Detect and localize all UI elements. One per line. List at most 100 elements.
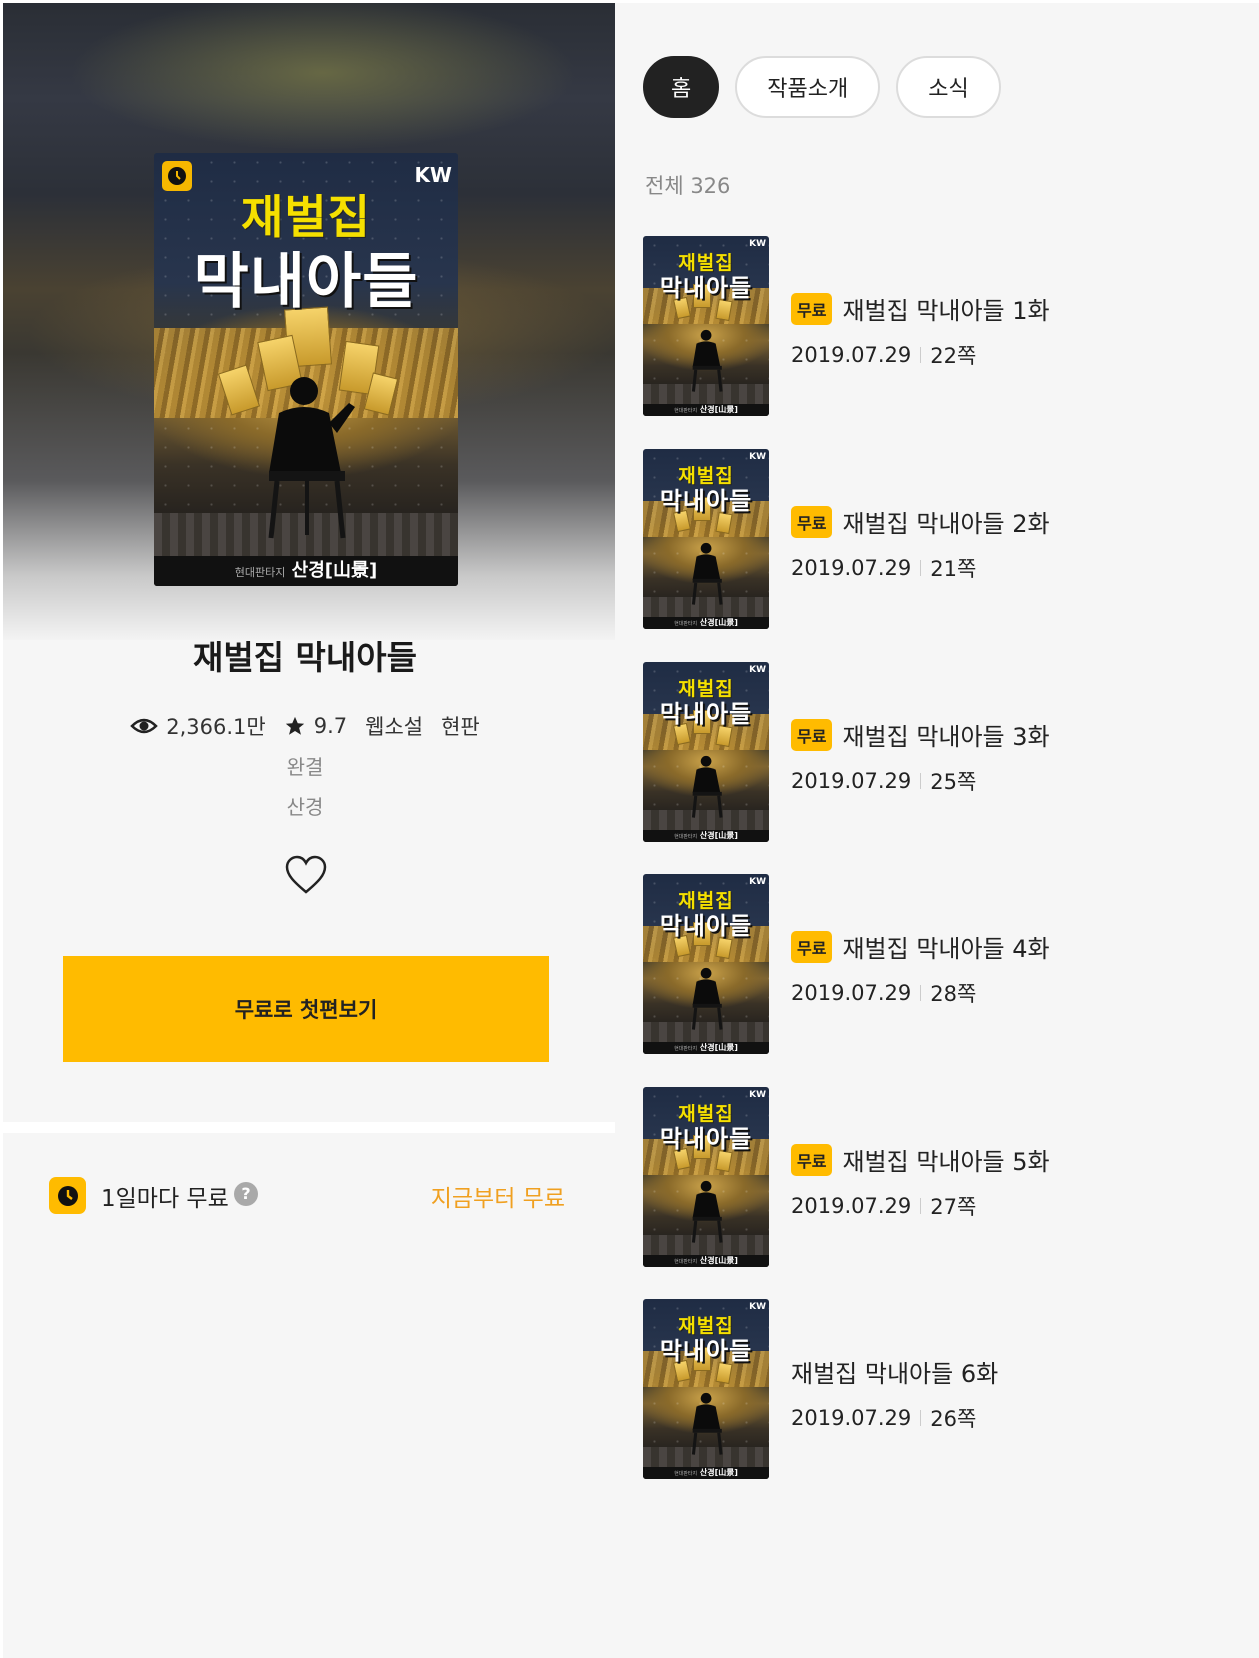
- cover-title-line2: 막내아들: [659, 274, 753, 302]
- book-meta-row: 2,366.1만 9.7 웹소설 현판: [3, 711, 607, 741]
- free-badge: 무료: [791, 505, 833, 538]
- episode-info: 재벌집 막내아들 6화 2019.07.29 26쪽: [791, 1299, 1211, 1479]
- episode-info: 무료 재벌집 막내아들 5화 2019.07.29 27쪽: [791, 1087, 1211, 1267]
- tab-home[interactable]: 홈: [643, 56, 720, 118]
- tab-bar: 홈 작품소개 소식: [643, 56, 1001, 118]
- episode-title-line: 무료 재벌집 막내아들 1화: [791, 291, 1050, 326]
- free-now-link[interactable]: 지금부터 무료: [431, 1179, 565, 1213]
- section-divider: [3, 1122, 643, 1133]
- episode-pages: 26쪽: [930, 1407, 977, 1431]
- episode-title: 재벌집 막내아들 4화: [842, 935, 1050, 963]
- meta-separator: [920, 560, 922, 576]
- episode-thumbnail: KW 재벌집 막내아들 현대판타지 산경[山景]: [643, 1087, 769, 1267]
- episode-meta: 2019.07.29 22쪽: [791, 340, 976, 370]
- episode-title-line: 재벌집 막내아들 6화: [791, 1354, 998, 1389]
- cover-title-line2: 막내아들: [659, 487, 753, 515]
- episode-pages: 22쪽: [930, 344, 977, 368]
- cover-caption: 현대판타지 산경[山景]: [643, 830, 769, 842]
- cover-caption: 현대판타지 산경[山景]: [643, 1255, 769, 1267]
- cover-title-line2: 막내아들: [193, 247, 419, 317]
- category-label: 웹소설: [365, 715, 424, 739]
- free-badge: 무료: [791, 1143, 833, 1176]
- tab-introduction[interactable]: 작품소개: [735, 56, 881, 118]
- seated-man-silhouette-icon: [691, 542, 723, 605]
- episode-title-line: 무료 재벌집 막내아들 5화: [791, 1142, 1050, 1177]
- genre-label: 현판: [441, 715, 480, 739]
- book-cover: KW 재벌집 막내아들 현대판타지 산경[山景]: [154, 153, 458, 586]
- cover-caption: 현대판타지 산경[山景]: [643, 617, 769, 629]
- episode-item[interactable]: KW 재벌집 막내아들 현대판타지 산경[山景] 무료 재벌집 막내아들 3화 …: [643, 662, 1233, 842]
- cover-caption: 현대판타지 산경[山景]: [643, 1042, 769, 1054]
- seated-man-silhouette-icon: [691, 1180, 723, 1243]
- free-badge: 무료: [791, 718, 833, 751]
- help-icon[interactable]: ?: [234, 1182, 258, 1206]
- episode-meta: 2019.07.29 25쪽: [791, 766, 976, 796]
- episode-meta: 2019.07.29 26쪽: [791, 1403, 976, 1433]
- cover-caption: 현대판타지 산경[山景]: [643, 404, 769, 416]
- cover-caption: 현대판타지 산경[山景]: [643, 1467, 769, 1479]
- episode-info: 무료 재벌집 막내아들 2화 2019.07.29 21쪽: [791, 449, 1211, 629]
- eye-icon: [130, 718, 159, 734]
- cover-title-line2: 막내아들: [659, 912, 753, 940]
- clock-icon: [49, 1177, 86, 1214]
- book-title: 재벌집 막내아들: [192, 638, 417, 677]
- episode-date: 2019.07.29: [791, 1194, 912, 1218]
- episode-title-line: 무료 재벌집 막내아들 2화: [791, 504, 1050, 539]
- star-icon: [285, 716, 304, 735]
- episode-title: 재벌집 막내아들 3화: [842, 723, 1050, 751]
- episode-thumbnail: KW 재벌집 막내아들 현대판타지 산경[山景]: [643, 236, 769, 416]
- episode-title: 재벌집 막내아들 1화: [842, 297, 1050, 325]
- rating-value: 9.7: [313, 714, 348, 738]
- episode-item[interactable]: KW 재벌집 막내아들 현대판타지 산경[山景] 무료 재벌집 막내아들 2화 …: [643, 449, 1233, 629]
- episode-list-panel: 홈 작품소개 소식 전체 326 KW 재벌집 막내아들 현대판타지 산경[山景…: [615, 3, 1259, 1658]
- episode-item[interactable]: KW 재벌집 막내아들 현대판타지 산경[山景] 무료 재벌집 막내아들 1화 …: [643, 236, 1233, 416]
- cover-title-line2: 막내아들: [659, 1337, 753, 1365]
- seated-man-silhouette-icon: [691, 967, 723, 1030]
- episode-meta: 2019.07.29 21쪽: [791, 553, 976, 583]
- episode-pages: 27쪽: [930, 1195, 977, 1219]
- episode-thumbnail: KW 재벌집 막내아들 현대판타지 산경[山景]: [643, 1299, 769, 1479]
- meta-separator: [920, 347, 922, 363]
- seated-man-silhouette-icon: [691, 329, 723, 392]
- episode-title: 재벌집 막내아들 6화: [791, 1360, 999, 1388]
- meta-separator: [920, 1198, 922, 1214]
- cover-title-line2: 막내아들: [659, 700, 753, 728]
- read-first-free-button[interactable]: 무료로 첫편보기: [63, 956, 549, 1062]
- episode-date: 2019.07.29: [791, 556, 912, 580]
- episode-date: 2019.07.29: [791, 769, 912, 793]
- episode-pages: 21쪽: [930, 557, 977, 581]
- episode-meta: 2019.07.29 27쪽: [791, 1191, 976, 1221]
- episode-info: 무료 재벌집 막내아들 1화 2019.07.29 22쪽: [791, 236, 1211, 416]
- episode-info: 무료 재벌집 막내아들 4화 2019.07.29 28쪽: [791, 874, 1211, 1054]
- episode-item[interactable]: KW 재벌집 막내아들 현대판타지 산경[山景] 무료 재벌집 막내아들 4화 …: [643, 874, 1233, 1054]
- episode-item[interactable]: KW 재벌집 막내아들 현대판타지 산경[山景] 재벌집 막내아들 6화 201…: [643, 1299, 1233, 1479]
- episode-thumbnail: KW 재벌집 막내아들 현대판타지 산경[山景]: [643, 449, 769, 629]
- meta-separator: [920, 773, 922, 789]
- episode-count: 전체 326: [645, 174, 731, 198]
- meta-separator: [920, 1410, 922, 1426]
- episode-title-line: 무료 재벌집 막내아들 3화: [791, 717, 1050, 752]
- episode-pages: 28쪽: [930, 982, 977, 1006]
- free-badge: 무료: [791, 930, 833, 963]
- free-policy-label: 1일마다 무료: [101, 1186, 229, 1212]
- cover-caption: 현대판타지 산경[山景]: [154, 556, 458, 586]
- book-detail-panel: KW 재벌집 막내아들 현대판타지 산경[山景] 재벌집 막내아들 2,366.…: [3, 3, 643, 1658]
- tab-news[interactable]: 소식: [896, 56, 1001, 118]
- episode-title-line: 무료 재벌집 막내아들 4화: [791, 929, 1050, 964]
- author-label: 산경: [286, 795, 324, 819]
- episode-title: 재벌집 막내아들 5화: [842, 1148, 1050, 1176]
- episode-title: 재벌집 막내아들 2화: [842, 510, 1050, 538]
- cover-title-line2: 막내아들: [659, 1125, 753, 1153]
- seated-man-silhouette-icon: [691, 755, 723, 818]
- seated-man-silhouette-icon: [268, 377, 355, 539]
- episode-date: 2019.07.29: [791, 1406, 912, 1430]
- episode-date: 2019.07.29: [791, 981, 912, 1005]
- free-policy-row: 1일마다 무료 ? 지금부터 무료: [3, 1173, 607, 1214]
- meta-separator: [920, 985, 922, 1001]
- episode-thumbnail: KW 재벌집 막내아들 현대판타지 산경[山景]: [643, 874, 769, 1054]
- episode-date: 2019.07.29: [791, 343, 912, 367]
- status-label: 완결: [286, 755, 324, 779]
- seated-man-silhouette-icon: [691, 1392, 723, 1455]
- heart-icon[interactable]: [284, 855, 328, 895]
- episode-item[interactable]: KW 재벌집 막내아들 현대판타지 산경[山景] 무료 재벌집 막내아들 5화 …: [643, 1087, 1233, 1267]
